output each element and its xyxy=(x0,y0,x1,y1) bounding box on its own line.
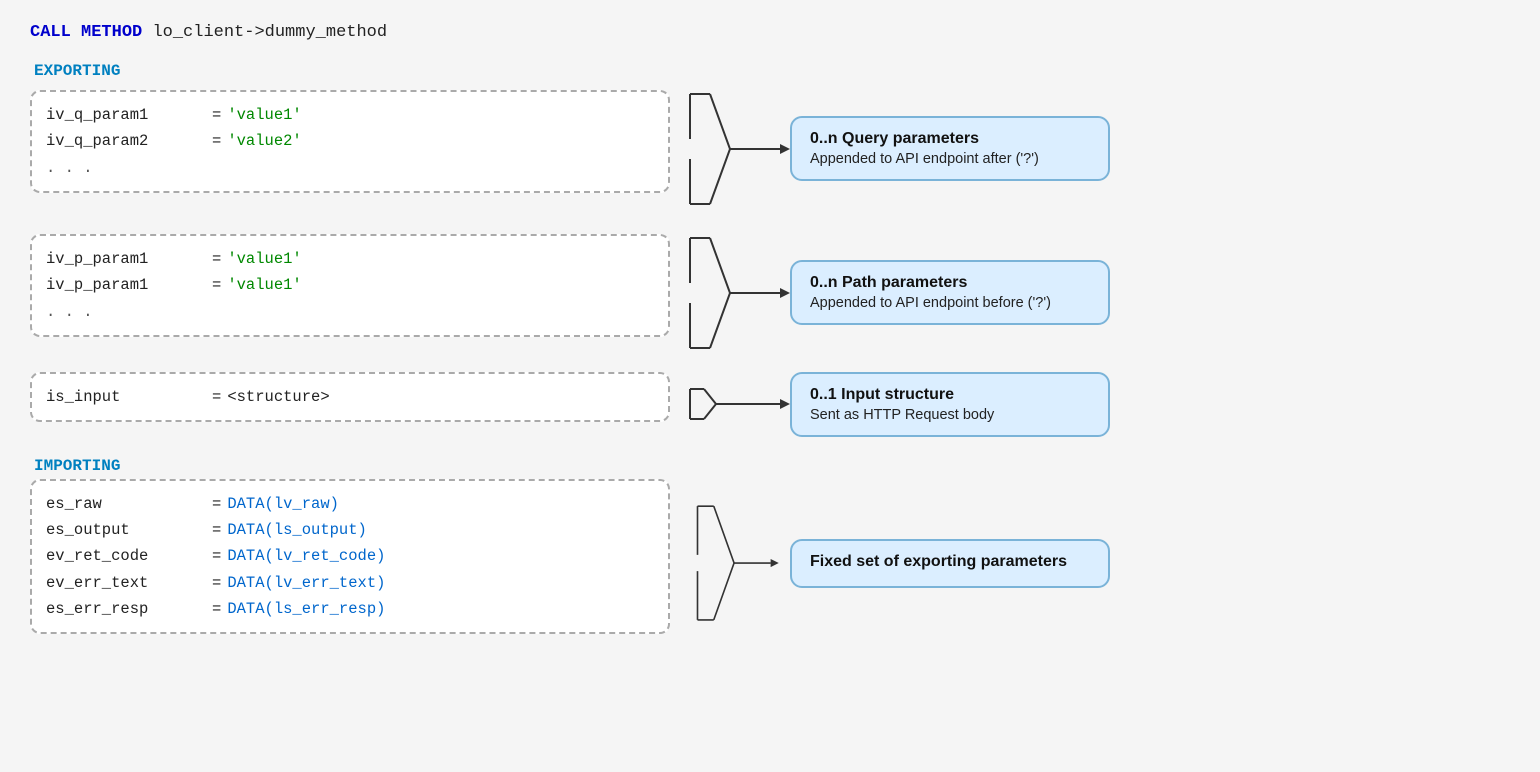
path-info-title: 0..n Path parameters xyxy=(810,274,1090,292)
path-dashed-box: iv_p_param1 = 'value1' iv_p_param1 = 'va… xyxy=(30,234,670,337)
es-err-resp-val: DATA(ls_err_resp) xyxy=(227,596,385,622)
ev-ret-code-val: DATA(lv_ret_code) xyxy=(227,543,385,569)
path-info-desc: Appended to API endpoint before ('?') xyxy=(810,295,1090,311)
ev-err-text-eq: = xyxy=(212,570,221,596)
input-group: is_input = <structure> 0..1 Input struct… xyxy=(30,372,1510,437)
query-val2: 'value2' xyxy=(227,128,301,154)
query-info-desc: Appended to API endpoint after ('?') xyxy=(810,151,1090,167)
method-name: lo_client->dummy_method xyxy=(152,23,387,42)
ev-ret-code-name: ev_ret_code xyxy=(46,543,206,569)
importing-dashed-box: es_raw = DATA(lv_raw) es_output = DATA(l… xyxy=(30,479,670,635)
input-box-container: is_input = <structure> xyxy=(30,372,670,436)
path-line-1: iv_p_param1 = 'value1' xyxy=(46,246,650,272)
path-param2-name: iv_p_param1 xyxy=(46,272,206,298)
es-output-eq: = xyxy=(212,517,221,543)
es-err-resp-eq: = xyxy=(212,596,221,622)
importing-info-box: Fixed set of exporting parameters xyxy=(790,539,1110,588)
query-dots-text: . . . xyxy=(46,155,93,181)
path-info-box: 0..n Path parameters Appended to API end… xyxy=(790,260,1110,325)
query-box-container: iv_q_param1 = 'value1' iv_q_param2 = 'va… xyxy=(30,90,670,207)
ev-err-text-val: DATA(lv_err_text) xyxy=(227,570,385,596)
query-param1-name: iv_q_param1 xyxy=(46,102,206,128)
query-eq1: = xyxy=(212,102,221,128)
importing-box-container: es_raw = DATA(lv_raw) es_output = DATA(l… xyxy=(30,479,670,649)
path-val1: 'value1' xyxy=(227,246,301,272)
query-info-title: 0..n Query parameters xyxy=(810,130,1090,148)
es-raw-val: DATA(lv_raw) xyxy=(227,491,339,517)
code-header: CALL METHOD lo_client->dummy_method xyxy=(30,20,1510,46)
path-param1-name: iv_p_param1 xyxy=(46,246,206,272)
query-param2-name: iv_q_param2 xyxy=(46,128,206,154)
method-keyword: METHOD xyxy=(81,23,152,42)
input-val: <structure> xyxy=(227,384,329,410)
path-group: iv_p_param1 = 'value1' iv_p_param1 = 'va… xyxy=(30,228,1510,358)
importing-right: Fixed set of exporting parameters xyxy=(670,498,1510,628)
path-eq1: = xyxy=(212,246,221,272)
query-dashed-box: iv_q_param1 = 'value1' iv_q_param2 = 'va… xyxy=(30,90,670,193)
importing-info-title: Fixed set of exporting parameters xyxy=(810,553,1090,571)
path-dots-text: . . . xyxy=(46,299,93,325)
input-info-title: 0..1 Input structure xyxy=(810,386,1090,404)
importing-line-5: es_err_resp = DATA(ls_err_resp) xyxy=(46,596,650,622)
query-line-2: iv_q_param2 = 'value2' xyxy=(46,128,650,154)
input-connector-svg xyxy=(670,379,790,429)
path-line-2: iv_p_param1 = 'value1' xyxy=(46,272,650,298)
importing-group: es_raw = DATA(lv_raw) es_output = DATA(l… xyxy=(30,479,1510,649)
query-right: 0..n Query parameters Appended to API en… xyxy=(670,84,1510,214)
input-right: 0..1 Input structure Sent as HTTP Reques… xyxy=(670,372,1510,437)
query-connector-svg xyxy=(670,84,790,214)
exporting-label: EXPORTING xyxy=(30,62,1510,80)
input-info-desc: Sent as HTTP Request body xyxy=(810,407,1090,423)
input-eq: = xyxy=(212,384,221,410)
es-err-resp-name: es_err_resp xyxy=(46,596,206,622)
importing-label: IMPORTING xyxy=(30,457,1510,475)
input-dashed-box: is_input = <structure> xyxy=(30,372,670,422)
es-raw-name: es_raw xyxy=(46,491,206,517)
main-diagram: CALL METHOD lo_client->dummy_method EXPO… xyxy=(30,20,1510,662)
path-connector-svg xyxy=(670,228,790,358)
ev-err-text-name: ev_err_text xyxy=(46,570,206,596)
call-keyword: CALL xyxy=(30,23,71,42)
query-dots: . . . xyxy=(46,155,650,181)
importing-line-2: es_output = DATA(ls_output) xyxy=(46,517,650,543)
importing-connector-svg xyxy=(670,498,790,628)
input-line-1: is_input = <structure> xyxy=(46,384,650,410)
path-right: 0..n Path parameters Appended to API end… xyxy=(670,228,1510,358)
input-param-name: is_input xyxy=(46,384,206,410)
query-val1: 'value1' xyxy=(227,102,301,128)
query-info-box: 0..n Query parameters Appended to API en… xyxy=(790,116,1110,181)
input-info-box: 0..1 Input structure Sent as HTTP Reques… xyxy=(790,372,1110,437)
importing-line-4: ev_err_text = DATA(lv_err_text) xyxy=(46,570,650,596)
es-raw-eq: = xyxy=(212,491,221,517)
es-output-val: DATA(ls_output) xyxy=(227,517,367,543)
path-eq2: = xyxy=(212,272,221,298)
importing-line-3: ev_ret_code = DATA(lv_ret_code) xyxy=(46,543,650,569)
path-dots: . . . xyxy=(46,299,650,325)
ev-ret-code-eq: = xyxy=(212,543,221,569)
query-eq2: = xyxy=(212,128,221,154)
query-group: iv_q_param1 = 'value1' iv_q_param2 = 'va… xyxy=(30,84,1510,214)
es-output-name: es_output xyxy=(46,517,206,543)
query-line-1: iv_q_param1 = 'value1' xyxy=(46,102,650,128)
path-box-container: iv_p_param1 = 'value1' iv_p_param1 = 'va… xyxy=(30,234,670,351)
importing-line-1: es_raw = DATA(lv_raw) xyxy=(46,491,650,517)
path-val2: 'value1' xyxy=(227,272,301,298)
